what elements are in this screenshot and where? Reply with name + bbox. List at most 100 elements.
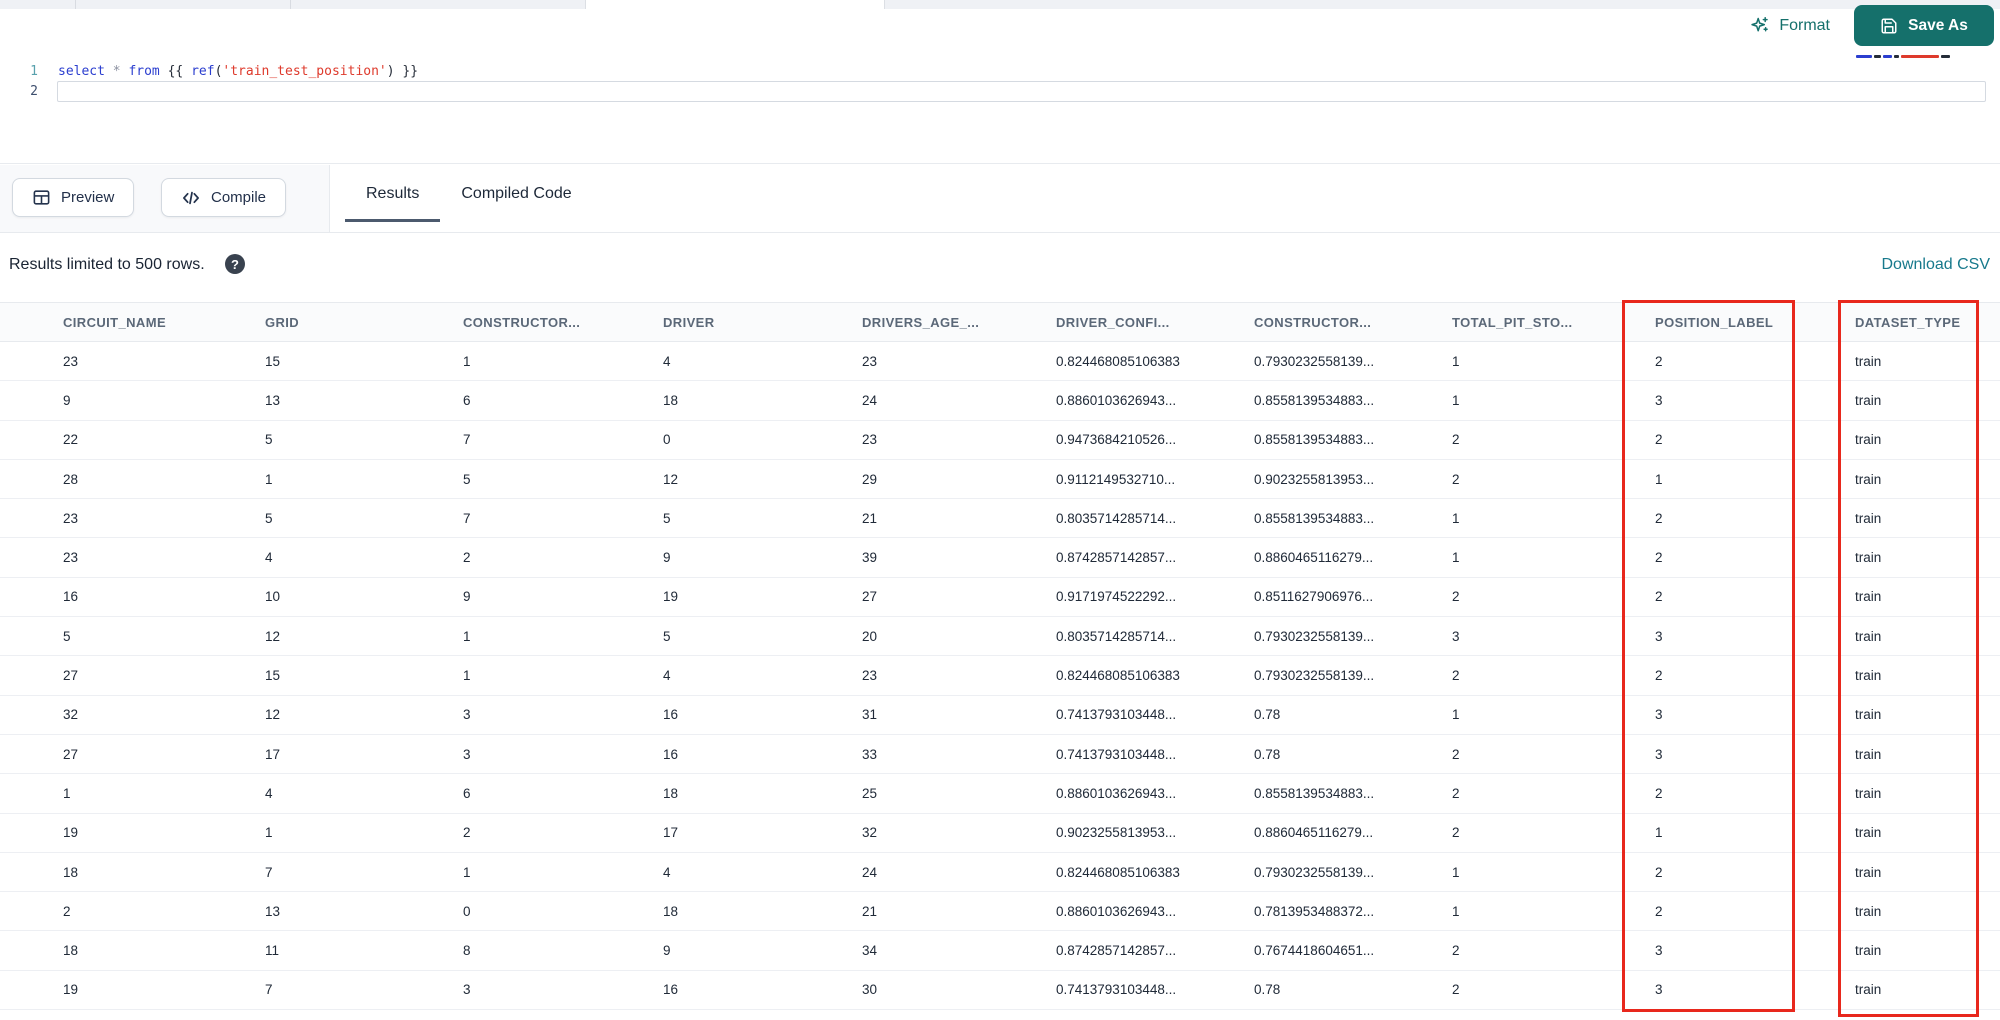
table-cell: 2 bbox=[463, 825, 471, 841]
table-cell: 17 bbox=[265, 746, 281, 762]
table-cell: 2 bbox=[1655, 510, 1663, 526]
tab-compiled-code[interactable]: Compiled Code bbox=[440, 165, 592, 222]
table-cell: 1 bbox=[1655, 825, 1663, 841]
table-cell: 27 bbox=[63, 746, 79, 762]
table-cell: train bbox=[1855, 825, 1882, 841]
table-cell: 0.7813953488372... bbox=[1254, 903, 1375, 919]
table-cell: 20 bbox=[862, 628, 878, 644]
table-cell: 1 bbox=[1655, 471, 1663, 487]
minimap-mark bbox=[1874, 54, 1881, 58]
table-cell: 0.7930232558139... bbox=[1254, 668, 1375, 684]
preview-button[interactable]: Preview bbox=[12, 178, 135, 217]
line-number-1: 1 bbox=[30, 64, 38, 79]
table-cell: 21 bbox=[862, 510, 878, 526]
table-cell: 5 bbox=[663, 628, 671, 644]
minimap-mark bbox=[1901, 54, 1939, 58]
code-editor[interactable]: 1 2 select * from {{ ref('train_test_pos… bbox=[0, 54, 2000, 164]
table-cell: 0.8860103626943... bbox=[1056, 785, 1177, 801]
table-cell: 16 bbox=[663, 982, 679, 998]
tab-results[interactable]: Results bbox=[345, 165, 441, 222]
table-cell: 0.7413793103448... bbox=[1056, 982, 1177, 998]
table-cell: train bbox=[1855, 589, 1882, 605]
table-cell: train bbox=[1855, 746, 1882, 762]
table-cell: 0.8558139534883... bbox=[1254, 785, 1375, 801]
compile-button-label: Compile bbox=[211, 189, 267, 206]
table-row: 22 5 7 0 23 0.9473684210526... 0.8558139534883… bbox=[0, 421, 2000, 460]
column-header: TOTAL_PIT_STO... bbox=[1452, 314, 1573, 330]
table-cell: 3 bbox=[463, 982, 471, 998]
table-cell: 3 bbox=[1655, 943, 1663, 959]
table-cell: 0.9112149532710... bbox=[1056, 471, 1176, 487]
table-cell: 39 bbox=[862, 550, 878, 566]
table-cell: 1 bbox=[1452, 510, 1460, 526]
file-tab-strip[interactable] bbox=[0, 0, 2000, 9]
table-cell: 19 bbox=[63, 982, 79, 998]
table-row: 18 11 8 9 34 0.8742857142857... 0.767441860465… bbox=[0, 931, 2000, 971]
table-cell: 13 bbox=[265, 392, 281, 408]
table-cell: 2 bbox=[1655, 432, 1663, 448]
editor-minimap[interactable] bbox=[1856, 52, 1994, 60]
table-cell: 1 bbox=[1452, 707, 1460, 723]
table-cell: 3 bbox=[1655, 392, 1663, 408]
sparkle-icon bbox=[1749, 15, 1770, 36]
results-panel-header: Preview Compile Results Compiled Code bbox=[0, 165, 2000, 233]
table-cell: 0.8558139534883... bbox=[1254, 392, 1375, 408]
table-cell: 3 bbox=[463, 707, 471, 723]
table-cell: 6 bbox=[463, 785, 471, 801]
table-cell: 1 bbox=[265, 825, 273, 841]
table-cell: 23 bbox=[63, 353, 79, 369]
table-row: 19 1 2 17 32 0.9023255813953... 0.886046511627… bbox=[0, 814, 2000, 853]
compile-button[interactable]: Compile bbox=[161, 178, 287, 217]
table-cell: 0.8511627906976... bbox=[1254, 589, 1374, 605]
question-mark-circle-icon[interactable]: ? bbox=[225, 254, 245, 274]
table-cell: 2 bbox=[1452, 432, 1460, 448]
table-cell: 24 bbox=[862, 864, 878, 880]
table-cell: 0.9473684210526... bbox=[1056, 432, 1177, 448]
table-cell: 5 bbox=[63, 628, 71, 644]
column-header: DRIVER bbox=[663, 314, 715, 330]
table-cell: 17 bbox=[663, 825, 679, 841]
table-cell: 2 bbox=[1452, 982, 1460, 998]
table-cell: train bbox=[1855, 864, 1882, 880]
table-cell: 0.78 bbox=[1254, 982, 1281, 998]
table-cell: 0.78 bbox=[1254, 707, 1281, 723]
table-cell: 2 bbox=[463, 550, 471, 566]
format-button-label: Format bbox=[1779, 16, 1830, 34]
active-file-tab[interactable] bbox=[585, 0, 885, 9]
table-cell: 4 bbox=[265, 785, 273, 801]
results-table[interactable]: CIRCUIT_NAME GRID CONSTRUCTOR... DRIVER DRIV… bbox=[0, 302, 2000, 1011]
table-cell: train bbox=[1855, 982, 1882, 998]
format-button[interactable]: Format bbox=[1749, 15, 1830, 36]
table-cell: 0.7930232558139... bbox=[1254, 628, 1375, 644]
table-cell: 4 bbox=[663, 864, 671, 880]
column-header: GRID bbox=[265, 314, 300, 330]
table-cell: train bbox=[1855, 510, 1882, 526]
table-cell: 7 bbox=[463, 432, 471, 448]
table-cell: 2 bbox=[1452, 589, 1460, 605]
table-cell: 18 bbox=[63, 864, 79, 880]
column-header: POSITION_LABEL bbox=[1655, 314, 1774, 330]
results-table-header: CIRCUIT_NAME GRID CONSTRUCTOR... DRIVER DRIV… bbox=[0, 302, 2000, 342]
table-cell: 2 bbox=[1452, 943, 1460, 959]
table-cell: 1 bbox=[463, 628, 471, 644]
table-cell: 18 bbox=[663, 785, 679, 801]
table-cell: 8 bbox=[463, 943, 471, 959]
table-cell: 0.8860465116279... bbox=[1254, 550, 1374, 566]
table-cell: 4 bbox=[663, 353, 671, 369]
table-cell: 23 bbox=[63, 550, 79, 566]
table-cell: 16 bbox=[663, 746, 679, 762]
table-cell: 23 bbox=[862, 668, 878, 684]
table-cell: 0.9023255813953... bbox=[1254, 471, 1375, 487]
table-cell: 3 bbox=[1655, 982, 1663, 998]
table-cell: 3 bbox=[463, 746, 471, 762]
table-cell: 2 bbox=[1655, 668, 1663, 684]
table-cell: 24 bbox=[862, 392, 878, 408]
minimap-mark bbox=[1883, 54, 1892, 58]
code-line-1[interactable]: select * from {{ ref('train_test_positio… bbox=[58, 62, 418, 82]
table-cell: 0.8035714285714... bbox=[1056, 628, 1177, 644]
table-cell: 1 bbox=[1452, 550, 1460, 566]
results-tabs: Results Compiled Code bbox=[345, 165, 593, 222]
save-as-button[interactable]: Save As bbox=[1854, 5, 1994, 46]
table-cell: 1 bbox=[1452, 864, 1460, 880]
download-csv-link[interactable]: Download CSV bbox=[1882, 256, 1991, 274]
